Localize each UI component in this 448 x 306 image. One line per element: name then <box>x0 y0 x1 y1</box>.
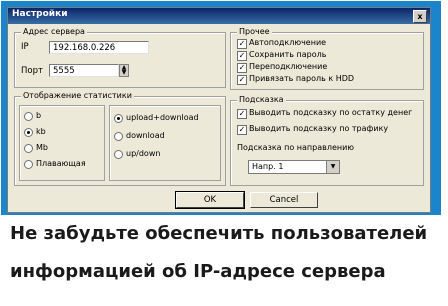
hint-legend: Подсказка <box>237 95 286 104</box>
close-button[interactable]: x <box>413 10 427 23</box>
stats-display-group: Отображение статистики b kb Mb Плавающая… <box>14 91 226 186</box>
chevron-down-icon[interactable]: ▼ <box>326 161 339 173</box>
units-subgroup: b kb Mb Плавающая <box>19 105 105 181</box>
unit-label-floating: Плавающая <box>36 159 86 168</box>
port-field[interactable]: 5555 <box>49 64 119 77</box>
direction-radio-updown[interactable] <box>114 150 123 159</box>
bind-password-hdd-label: Привязать пароль к HDD <box>249 74 355 83</box>
reconnect-label: Переподключение <box>249 62 328 71</box>
article-frame: Настройки x Адрес сервера IP 192.168.0.2… <box>1 1 441 304</box>
article-caption: Не забудьте обеспечить пользователей инф… <box>1 215 441 304</box>
server-address-legend: Адрес сервера <box>21 27 87 36</box>
money-hint-checkbox[interactable]: ✓ <box>237 109 247 119</box>
unit-radio-kb[interactable] <box>24 128 33 137</box>
ip-field[interactable]: 192.168.0.226 <box>49 41 149 54</box>
other-options-legend: Прочее <box>237 27 272 36</box>
save-password-label: Сохранить пароль <box>249 50 327 59</box>
bind-password-hdd-checkbox[interactable]: ✓ <box>237 75 247 85</box>
caption-line-1: Не забудьте обеспечить пользователей <box>10 223 428 244</box>
caption-line-2: информацией об IP-адресе сервера <box>10 261 386 282</box>
autoconnect-checkbox[interactable]: ✓ <box>237 39 247 49</box>
unit-label-mb: Mb <box>36 143 48 152</box>
money-hint-label: Выводить подсказку по остатку денег <box>249 108 413 117</box>
unit-radio-b[interactable] <box>24 112 33 121</box>
save-password-checkbox[interactable]: ✓ <box>237 51 247 61</box>
traffic-hint-label: Выводить подсказку по трафику <box>249 124 389 133</box>
port-label: Порт <box>21 66 43 76</box>
title-bar: Настройки x <box>8 8 430 24</box>
other-options-group: Прочее ✓ Автоподключение ✓ Сохранить пар… <box>230 27 424 90</box>
direction-hint-label: Подсказка по направлению <box>237 143 355 152</box>
unit-label-b: b <box>36 111 42 120</box>
unit-radio-floating[interactable] <box>24 160 33 169</box>
port-stepper[interactable]: ▲ ▼ <box>119 64 129 77</box>
unit-radio-mb[interactable] <box>24 144 33 153</box>
direction-label-updown-sum: upload+download <box>126 113 199 122</box>
traffic-hint-checkbox[interactable]: ✓ <box>237 125 247 135</box>
direction-subgroup: upload+download download up/down <box>109 105 221 181</box>
dialog-title: Настройки <box>12 9 68 19</box>
unit-label-kb: kb <box>36 127 46 136</box>
reconnect-checkbox[interactable]: ✓ <box>237 63 247 73</box>
autoconnect-label: Автоподключение <box>249 38 327 47</box>
cancel-button[interactable]: Cancel <box>250 192 318 208</box>
direction-label-updown: up/down <box>126 149 161 158</box>
direction-radio-updown-sum[interactable] <box>114 114 123 123</box>
direction-hint-select[interactable]: Напр. 1 ▼ <box>248 160 340 174</box>
direction-radio-download[interactable] <box>114 132 123 141</box>
server-address-group: Адрес сервера IP 192.168.0.226 Порт 5555… <box>14 27 226 88</box>
stats-display-legend: Отображение статистики <box>21 91 134 100</box>
settings-dialog: Настройки x Адрес сервера IP 192.168.0.2… <box>7 7 431 213</box>
ok-button[interactable]: OK <box>175 191 245 209</box>
direction-hint-value: Напр. 1 <box>252 162 284 171</box>
direction-label-download: download <box>126 131 165 140</box>
ip-label: IP <box>21 42 29 52</box>
